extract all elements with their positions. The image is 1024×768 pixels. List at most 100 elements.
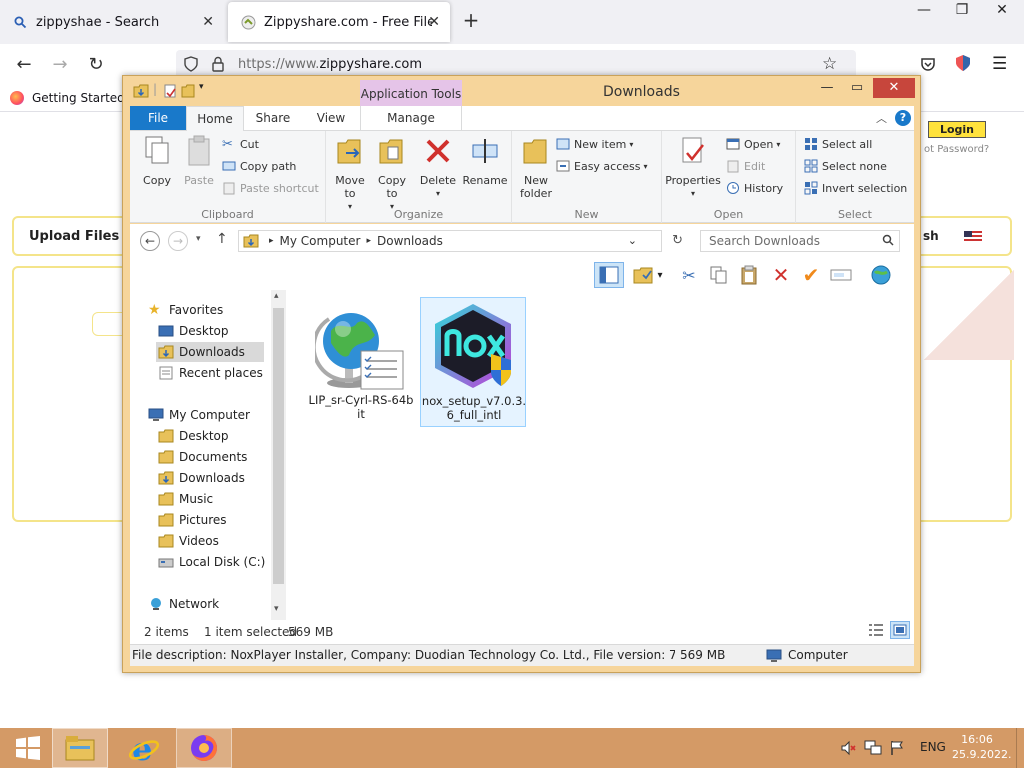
address-dropdown-chevron-icon[interactable]: ⌄ (628, 234, 637, 247)
file-item-lip[interactable]: LIP_sr-Cyrl-RS-64bit (308, 297, 414, 427)
breadcrumb-downloads[interactable]: Downloads (377, 234, 443, 248)
nav-scrollbar[interactable]: ▴ ▾ (271, 290, 286, 620)
nav-network[interactable]: Network (148, 594, 219, 614)
nav-favorites-downloads[interactable]: Downloads (156, 342, 264, 362)
nav-pc-downloads[interactable]: Downloads (158, 468, 245, 488)
browser-tab-zippyshare[interactable]: Zippyshare.com - Free File Hosting ✕ (228, 2, 450, 42)
refresh-icon[interactable]: ↻ (672, 233, 683, 248)
back-arrow-icon[interactable]: ← (12, 54, 36, 75)
pocket-icon[interactable] (920, 56, 936, 75)
input-language-indicator[interactable]: ENG (920, 740, 946, 754)
clipboard-icon[interactable] (738, 264, 760, 286)
nav-pc-local-disk[interactable]: Local Disk (C:) (158, 552, 265, 572)
forward-arrow-icon[interactable]: → (48, 54, 72, 75)
folder-options-icon[interactable] (632, 264, 654, 286)
nav-pc-pictures[interactable]: Pictures (158, 510, 227, 530)
restore-icon[interactable]: ❐ (942, 0, 982, 22)
open-button[interactable]: Open ▾ (726, 135, 780, 153)
tab-manage[interactable]: Manage (360, 106, 462, 130)
forgot-password-link[interactable]: ot Password? (924, 144, 989, 155)
maximize-icon[interactable]: ▭ (843, 78, 871, 98)
upload-files-link[interactable]: Upload Files (29, 229, 119, 244)
bookmark-star-icon[interactable]: ☆ (822, 54, 837, 74)
action-center-flag-icon[interactable] (890, 740, 904, 759)
history-button[interactable]: History (726, 179, 783, 197)
properties-button[interactable]: Properties ▾ (664, 135, 722, 200)
forward-arrow-icon[interactable]: → (168, 231, 188, 251)
login-button[interactable]: Login (928, 121, 986, 138)
large-icons-view-icon[interactable] (890, 621, 910, 639)
tab-share[interactable]: Share (244, 106, 302, 130)
scroll-down-chevron-icon[interactable]: ▾ (274, 604, 279, 614)
help-icon[interactable]: ? (895, 110, 911, 126)
invert-selection-button[interactable]: Invert selection (804, 179, 907, 197)
nav-pc-music[interactable]: Music (158, 489, 213, 509)
delete-button[interactable]: Delete ▾ (418, 135, 458, 200)
nav-favorites-header[interactable]: ★ Favorites (148, 300, 223, 320)
show-desktop-button[interactable] (1016, 728, 1024, 768)
nav-favorites-desktop[interactable]: Desktop (158, 321, 229, 341)
nav-scrollbar-thumb[interactable] (273, 308, 284, 584)
edit-button[interactable]: Edit (726, 157, 765, 175)
rename-icon[interactable] (830, 264, 852, 286)
new-folder-quick-icon[interactable] (181, 84, 195, 98)
close-icon[interactable]: ✕ (873, 78, 915, 98)
network-icon[interactable] (864, 740, 882, 759)
explorer-titlebar[interactable]: | ▾ Application Tools Downloads — ▭ ✕ (123, 76, 920, 106)
start-button[interactable] (0, 728, 56, 768)
taskbar-firefox[interactable] (176, 728, 232, 768)
close-tab-icon[interactable]: ✕ (202, 14, 214, 30)
preview-pane-icon[interactable] (594, 262, 624, 288)
folder-quick-icon[interactable] (133, 84, 149, 98)
file-item-nox-setup[interactable]: nox_setup_v7.0.3.6_full_intl (420, 297, 526, 427)
paste-button[interactable]: Paste (180, 135, 218, 187)
taskbar-internet-explorer[interactable]: e (116, 728, 172, 768)
address-bar[interactable]: ▸ My Computer ▸ Downloads ⌄ ↻ (238, 230, 683, 252)
paste-shortcut-button[interactable]: Paste shortcut (222, 179, 319, 197)
lock-icon[interactable] (212, 56, 224, 75)
delete-x-icon[interactable]: ✕ (770, 263, 792, 287)
taskbar-clock[interactable]: 16:06 25.9.2022. (952, 732, 1011, 762)
tab-view[interactable]: View (302, 106, 360, 130)
search-input[interactable]: Search Downloads (700, 230, 900, 252)
extension-badge-icon[interactable] (955, 54, 971, 75)
search-icon[interactable] (882, 234, 894, 249)
copy-to-button[interactable]: Copy to ▾ (372, 135, 412, 213)
copy-icon[interactable] (708, 264, 730, 286)
rename-button[interactable]: Rename (462, 135, 508, 187)
checkmark-icon[interactable]: ✔ (800, 263, 822, 287)
nav-pc-desktop[interactable]: Desktop (158, 426, 229, 446)
minimize-icon[interactable]: — (904, 0, 944, 22)
tab-home[interactable]: Home (186, 106, 244, 131)
dropdown-chevron-icon[interactable]: ▾ (654, 264, 666, 286)
tab-file[interactable]: File (130, 106, 186, 130)
nav-pc-videos[interactable]: Videos (158, 531, 219, 551)
collapse-ribbon-chevron-icon[interactable]: ︿ (876, 110, 887, 126)
scissors-icon[interactable]: ✂ (678, 264, 700, 286)
breadcrumb-my-computer[interactable]: My Computer (280, 234, 361, 248)
taskbar-file-explorer[interactable] (52, 728, 108, 768)
copy-path-button[interactable]: Copy path (222, 157, 296, 175)
us-flag-icon[interactable] (964, 231, 982, 243)
scroll-up-chevron-icon[interactable]: ▴ (274, 291, 279, 301)
volume-muted-icon[interactable] (840, 740, 856, 759)
nav-favorites-recent-places[interactable]: Recent places (158, 363, 263, 383)
copy-button[interactable]: Copy (138, 135, 176, 187)
nav-my-computer[interactable]: My Computer (148, 405, 250, 425)
cut-button[interactable]: ✂ Cut (222, 135, 259, 153)
easy-access-button[interactable]: Easy access ▾ (556, 157, 648, 175)
details-view-icon[interactable] (868, 623, 884, 640)
close-window-icon[interactable]: ✕ (982, 0, 1022, 22)
new-item-button[interactable]: New item ▾ (556, 135, 633, 153)
customize-toolbar-chevron-icon[interactable]: ▾ (199, 82, 204, 92)
move-to-button[interactable]: Move to ▾ (330, 135, 370, 213)
new-tab-plus-icon[interactable]: + (460, 8, 482, 32)
bookmark-getting-started[interactable]: Getting Started (10, 91, 125, 105)
up-arrow-icon[interactable]: ↑ (216, 231, 228, 247)
properties-quick-icon[interactable] (163, 84, 177, 98)
back-arrow-icon[interactable]: ← (140, 231, 160, 251)
new-folder-button[interactable]: New folder (518, 135, 554, 200)
recent-locations-chevron-icon[interactable]: ▾ (196, 234, 201, 244)
hamburger-menu-icon[interactable]: ☰ (992, 54, 1007, 74)
language-selector[interactable]: sh (923, 229, 939, 243)
